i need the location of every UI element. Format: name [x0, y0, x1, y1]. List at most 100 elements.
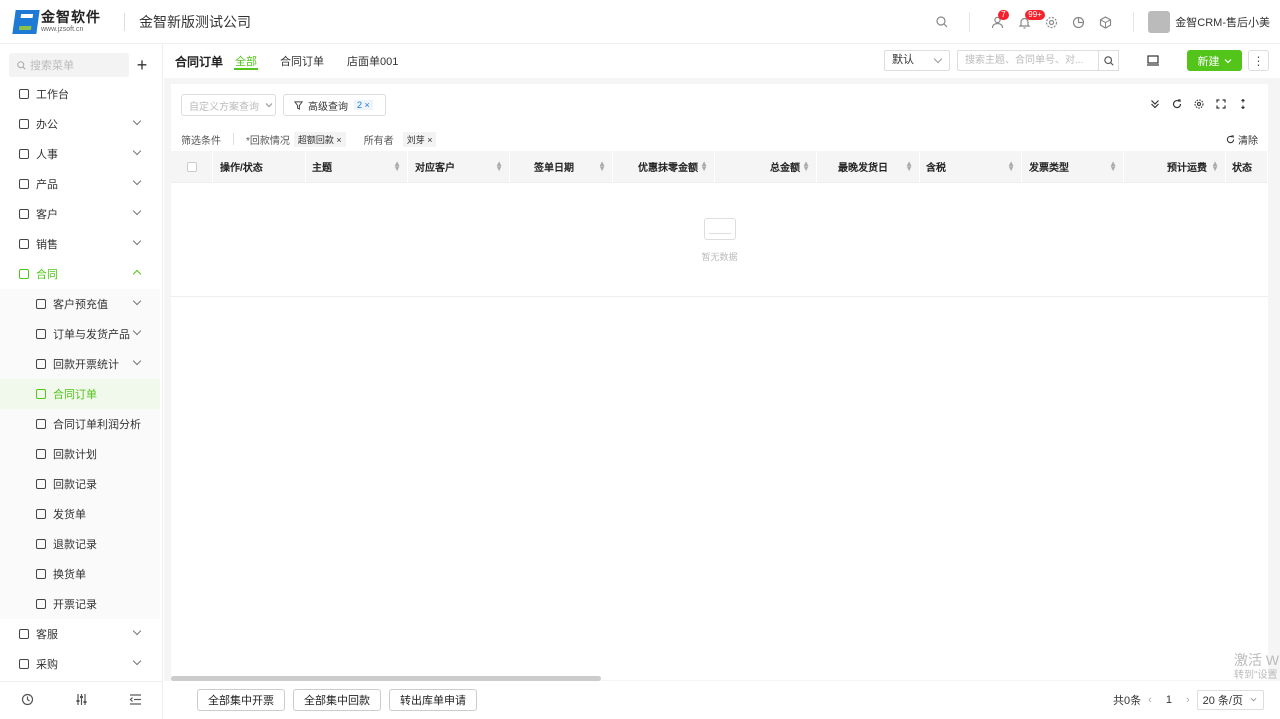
column-header-sign-date[interactable]: 签单日期 ▲ ▼	[510, 150, 613, 183]
divider	[124, 12, 125, 31]
search-icon[interactable]	[928, 0, 955, 44]
sidebar-subitem-invoices[interactable]: 开票记录	[0, 589, 160, 619]
collapse-menu-icon[interactable]	[129, 693, 142, 709]
chevron-down-icon	[132, 176, 142, 186]
folder-icon	[36, 359, 46, 369]
watermark-line1: 激活 W	[1234, 652, 1280, 668]
view-select[interactable]: 默认	[884, 50, 950, 71]
sort-icon: ▲ ▼	[495, 158, 503, 173]
sidebar-item-hr[interactable]: 人事	[0, 139, 160, 169]
settings-sliders-icon[interactable]	[75, 693, 88, 709]
contacts-badge: 7	[998, 10, 1009, 20]
sidebar-item-customer[interactable]: 客户	[0, 199, 160, 229]
tab-contract-orders[interactable]: 合同订单	[279, 44, 325, 78]
sidebar-item-label: 办公	[36, 119, 58, 131]
sidebar-subitem-orders-shipping[interactable]: 订单与发货产品	[0, 319, 160, 349]
sidebar-item-office[interactable]: 办公	[0, 109, 160, 139]
tab-store-order-001[interactable]: 店面单001	[346, 44, 399, 78]
sidebar-subitem-exchange[interactable]: 换货单	[0, 559, 160, 589]
expand-all-icon[interactable]	[1150, 99, 1160, 112]
add-menu-button[interactable]: +	[133, 53, 151, 77]
bell-icon[interactable]: 99+	[1011, 0, 1045, 44]
file-icon	[36, 509, 46, 519]
sidebar-subitem-prepaid[interactable]: 客户预充值	[0, 289, 160, 319]
select-all-cell	[171, 150, 213, 183]
column-header-discount[interactable]: 优惠抹零金额 ▲ ▼	[613, 150, 715, 183]
sidebar-item-purchase[interactable]: 采购	[0, 649, 160, 679]
column-header-freight[interactable]: 预计运费 ▲ ▼	[1124, 150, 1226, 183]
document-icon	[19, 269, 29, 279]
column-settings-icon[interactable]	[1194, 99, 1204, 112]
list-panel: 自定义方案查询 高级查询 2 × 筛选条件 *回款情况 超额回款 × 所有者 刘…	[171, 84, 1268, 680]
gear-icon[interactable]	[1038, 0, 1065, 44]
chevron-down-icon	[132, 146, 142, 156]
sidebar-subitem-delivery[interactable]: 发货单	[0, 499, 160, 529]
new-button[interactable]: 新建	[1187, 50, 1242, 71]
column-header-customer[interactable]: 对应客户 ▲ ▼	[408, 150, 510, 183]
pagination: 共0条 ‹ 1 › 20 条/页	[1113, 690, 1264, 710]
next-page-icon[interactable]: ›	[1186, 694, 1190, 706]
monitor-icon[interactable]	[1145, 52, 1161, 68]
sidebar-item-service[interactable]: 客服	[0, 619, 160, 649]
sidebar-item-label: 合同	[36, 269, 58, 281]
advanced-query-button[interactable]: 高级查询 2 ×	[283, 94, 386, 116]
sidebar-item-label: 客户预充值	[53, 299, 108, 311]
sidebar-item-label: 回款开票统计	[53, 359, 119, 371]
batch-invoice-button[interactable]: 全部集中开票	[197, 689, 285, 711]
sidebar-subitem-contract-orders[interactable]: 合同订单	[0, 379, 160, 409]
chevron-up-icon	[132, 269, 142, 279]
sidebar-subitem-profit-analysis[interactable]: 合同订单利润分析	[0, 409, 160, 439]
prev-page-icon[interactable]: ‹	[1148, 694, 1152, 706]
density-icon[interactable]	[1238, 98, 1248, 112]
filter-owner-tag[interactable]: 刘芽 ×	[402, 131, 437, 147]
sort-icon: ▲ ▼	[700, 158, 708, 173]
new-button-label: 新建	[1197, 55, 1220, 68]
sidebar-item-product[interactable]: 产品	[0, 169, 160, 199]
sort-icon: ▲ ▼	[393, 158, 401, 173]
current-page[interactable]: 1	[1166, 694, 1172, 706]
column-header-total[interactable]: 总金额 ▲ ▼	[715, 150, 817, 183]
menu-search-input[interactable]: 搜索菜单	[9, 53, 129, 77]
sidebar-subitem-refunds[interactable]: 退款记录	[0, 529, 160, 559]
clear-filters-button[interactable]: 清除	[1226, 132, 1258, 147]
batch-payment-button[interactable]: 全部集中回款	[293, 689, 381, 711]
logo[interactable]: 金智软件 www.jzsoft.cn	[12, 9, 110, 34]
sales-icon	[19, 239, 29, 249]
customer-icon	[19, 209, 29, 219]
fullscreen-icon[interactable]	[1216, 99, 1226, 112]
more-options-icon[interactable]: ⋮	[1248, 50, 1269, 71]
column-header-status: 状态	[1226, 150, 1268, 183]
page-size-select[interactable]: 20 条/页	[1196, 690, 1264, 710]
column-header-actions: 操作/状态	[213, 150, 306, 183]
sidebar-subitem-payment-plan[interactable]: 回款计划	[0, 439, 160, 469]
pie-chart-icon[interactable]	[1065, 0, 1092, 44]
select-all-checkbox[interactable]	[186, 161, 197, 172]
sidebar-footer	[0, 681, 163, 719]
sidebar-item-label: 换货单	[53, 569, 86, 581]
search-button[interactable]	[1098, 50, 1119, 71]
scheme-select[interactable]: 自定义方案查询	[181, 94, 276, 116]
refresh-icon[interactable]	[1172, 99, 1182, 112]
filter-payment-tag[interactable]: 超额回款 ×	[293, 131, 346, 147]
cube-icon[interactable]	[1092, 0, 1119, 44]
search-input[interactable]: 搜索主题、合同单号、对...	[957, 50, 1099, 71]
chevron-down-icon	[1250, 697, 1257, 702]
contacts-icon[interactable]: 7	[984, 0, 1011, 44]
sidebar-item-contract[interactable]: 合同	[0, 259, 160, 289]
sidebar-item-workbench[interactable]: 工作台	[0, 79, 160, 109]
history-icon[interactable]	[21, 693, 34, 709]
username[interactable]: 金智CRM-售后小美	[1175, 14, 1270, 30]
column-header-tax[interactable]: 含税 ▲ ▼	[920, 150, 1022, 183]
column-header-invoice-type[interactable]: 发票类型 ▲ ▼	[1022, 150, 1124, 183]
column-header-latest-ship[interactable]: 最晚发货日 ▲ ▼	[817, 150, 920, 183]
sidebar-subitem-payment-records[interactable]: 回款记录	[0, 469, 160, 499]
tab-bar: 合同订单 全部 合同订单 店面单001 默认 搜索主题、合同单号、对... 新建…	[164, 44, 1280, 78]
tab-all[interactable]: 全部	[234, 44, 259, 78]
sidebar-item-sales[interactable]: 销售	[0, 229, 160, 259]
chevron-down-icon	[132, 656, 142, 666]
sidebar-subitem-payment-invoice-stats[interactable]: 回款开票统计	[0, 349, 160, 379]
column-header-subject[interactable]: 主题 ▲ ▼	[306, 150, 408, 183]
outbound-request-button[interactable]: 转出库单申请	[389, 689, 477, 711]
avatar[interactable]	[1148, 11, 1171, 33]
headset-icon	[19, 629, 29, 639]
